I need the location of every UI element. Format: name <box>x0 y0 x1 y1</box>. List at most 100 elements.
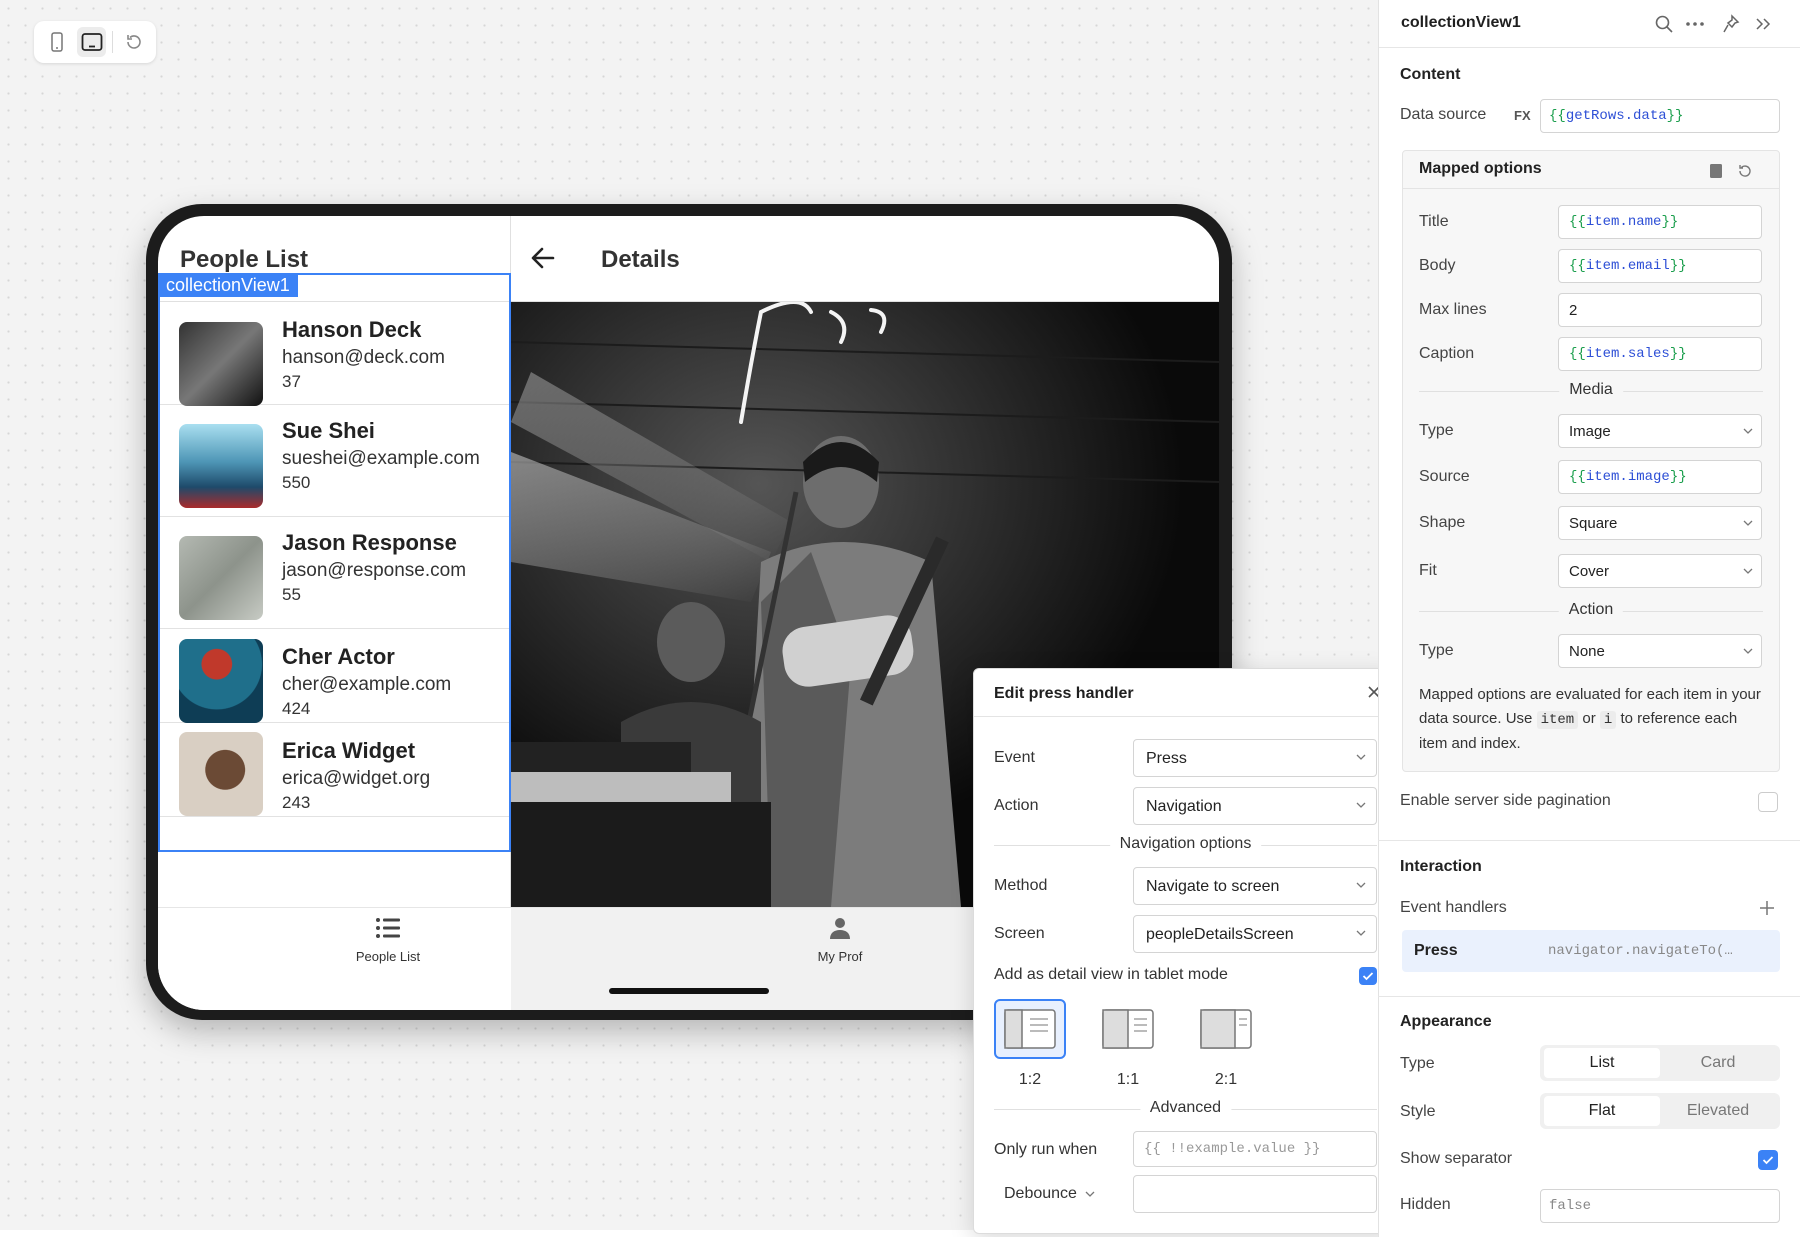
media-label: Media <box>1559 381 1623 399</box>
style-elevated-option[interactable]: Elevated <box>1660 1096 1776 1126</box>
tablet-mode-button[interactable] <box>77 27 107 57</box>
add-handler-icon[interactable] <box>1759 900 1775 916</box>
body-value: item.email <box>1585 258 1670 274</box>
debounce-label: Debounce <box>1004 1185 1077 1202</box>
chevron-down-icon <box>1743 568 1753 574</box>
source-label: Source <box>1419 468 1470 485</box>
pin-icon[interactable] <box>1722 14 1740 34</box>
type-list-option[interactable]: List <box>1544 1048 1660 1078</box>
rotate-button[interactable] <box>119 27 148 57</box>
fit-label: Fit <box>1419 562 1437 579</box>
split-layout-icon <box>1200 1009 1252 1049</box>
collapse-panel-icon[interactable] <box>1754 14 1772 34</box>
caption-value: item.sales <box>1585 346 1670 362</box>
action-label: Action <box>1558 601 1624 619</box>
back-arrow-icon[interactable] <box>529 244 557 272</box>
event-label: Event <box>994 749 1035 766</box>
show-separator-checkbox[interactable] <box>1758 1150 1778 1170</box>
people-list-title: People List <box>180 246 309 273</box>
tab-people-list[interactable]: People List <box>348 916 428 964</box>
style-flat-option[interactable]: Flat <box>1544 1096 1660 1126</box>
caption-input[interactable]: {{item.sales}} <box>1558 337 1762 371</box>
max-lines-input[interactable]: 2 <box>1558 293 1762 327</box>
tab-my-profile[interactable]: My Prof <box>810 916 870 964</box>
more-icon[interactable] <box>1685 14 1705 34</box>
appearance-type-toggle: List Card <box>1540 1045 1780 1081</box>
item-title: Cher Actor <box>282 644 395 669</box>
screen-select[interactable]: peopleDetailsScreen <box>1133 915 1377 953</box>
title-input[interactable]: {{item.name}} <box>1558 205 1762 239</box>
style-label: Style <box>1400 1103 1436 1120</box>
press-handler-row[interactable]: Press navigator.navigateTo(… <box>1402 930 1780 972</box>
data-source-input[interactable]: {{getRows.data}} <box>1540 99 1780 133</box>
list-item[interactable]: Jason Response jason@response.com 55 <box>158 517 511 629</box>
list-item[interactable]: Cher Actor cher@example.com 424 <box>158 629 511 723</box>
detail-view-label: Add as detail view in tablet mode <box>994 966 1228 983</box>
chevron-down-icon <box>1085 1191 1095 1197</box>
layout-label: 1:2 <box>1018 1071 1042 1088</box>
handler-event: Press <box>1414 942 1458 959</box>
list-item[interactable]: Hanson Deck hanson@deck.com 37 <box>158 302 511 406</box>
layout-label: 1:1 <box>1116 1071 1140 1088</box>
method-select[interactable]: Navigate to screen <box>1133 867 1377 905</box>
chevron-down-icon <box>1356 754 1366 760</box>
media-type-select[interactable]: Image <box>1558 414 1762 448</box>
rotate-icon <box>126 35 141 49</box>
phone-mode-button[interactable] <box>42 27 71 57</box>
body-label: Body <box>1419 257 1456 274</box>
source-input[interactable]: {{item.image}} <box>1558 460 1762 494</box>
item-title: Hanson Deck <box>282 317 422 342</box>
action-type-value: None <box>1569 643 1605 660</box>
chevron-down-icon <box>1743 520 1753 526</box>
layout-option-2-1[interactable]: 2:1 <box>1190 999 1262 1089</box>
detail-view-checkbox[interactable] <box>1359 967 1377 985</box>
check-icon <box>1362 972 1374 981</box>
type-card-option[interactable]: Card <box>1660 1048 1776 1078</box>
advanced-divider: Advanced <box>994 1099 1377 1119</box>
chevron-down-icon <box>1743 648 1753 654</box>
media-divider: Media <box>1419 381 1763 401</box>
inspector-header: collectionView1 <box>1379 0 1800 48</box>
layout-2-1-box <box>1190 999 1262 1059</box>
document-icon[interactable] <box>1709 163 1723 179</box>
server-pagination-checkbox[interactable] <box>1758 792 1778 812</box>
hidden-label: Hidden <box>1400 1196 1451 1213</box>
search-icon[interactable] <box>1654 14 1674 34</box>
item-body: hanson@deck.com <box>282 347 445 368</box>
list-icon <box>376 918 400 938</box>
layout-1-1-box <box>1092 999 1164 1059</box>
handler-action: navigator.navigateTo(… <box>1548 943 1733 959</box>
layout-label: 2:1 <box>1214 1071 1238 1088</box>
event-value: Press <box>1146 750 1187 767</box>
item-thumbnail <box>179 639 263 723</box>
chevron-down-icon <box>1356 802 1366 808</box>
reset-icon[interactable] <box>1737 163 1753 179</box>
list-item[interactable]: Sue Shei sueshei@example.com 550 <box>158 405 511 517</box>
fit-select[interactable]: Cover <box>1558 554 1762 588</box>
item-thumbnail <box>179 536 263 620</box>
item-caption: 550 <box>282 473 311 492</box>
navigation-options-divider: Navigation options <box>994 835 1377 855</box>
title-label: Title <box>1419 213 1449 230</box>
body-input[interactable]: {{item.email}} <box>1558 249 1762 283</box>
debounce-input[interactable] <box>1133 1175 1377 1213</box>
layout-1-2-box <box>994 999 1066 1059</box>
only-run-input[interactable]: {{ !!example.value }} <box>1133 1131 1377 1167</box>
action-divider: Action <box>1419 601 1763 621</box>
chevron-down-icon <box>1743 428 1753 434</box>
layout-option-1-1[interactable]: 1:1 <box>1092 999 1164 1089</box>
selection-tag[interactable]: collectionView1 <box>158 273 298 297</box>
action-select[interactable]: Navigation <box>1133 787 1377 825</box>
component-name[interactable]: collectionView1 <box>1401 14 1521 32</box>
action-type-select[interactable]: None <box>1558 634 1762 668</box>
hidden-input[interactable]: false <box>1540 1189 1780 1223</box>
item-title: Sue Shei <box>282 418 375 443</box>
layout-option-1-2[interactable]: 1:2 <box>994 999 1066 1089</box>
shape-select[interactable]: Square <box>1558 506 1762 540</box>
event-select[interactable]: Press <box>1133 739 1377 777</box>
debounce-toggle[interactable]: Debounce <box>1004 1185 1095 1203</box>
note-code-item: item <box>1536 711 1579 729</box>
list-item[interactable]: Erica Widget erica@widget.org 243 <box>158 723 511 817</box>
chevron-down-icon <box>1356 882 1366 888</box>
split-layout-icon <box>1004 1009 1056 1049</box>
